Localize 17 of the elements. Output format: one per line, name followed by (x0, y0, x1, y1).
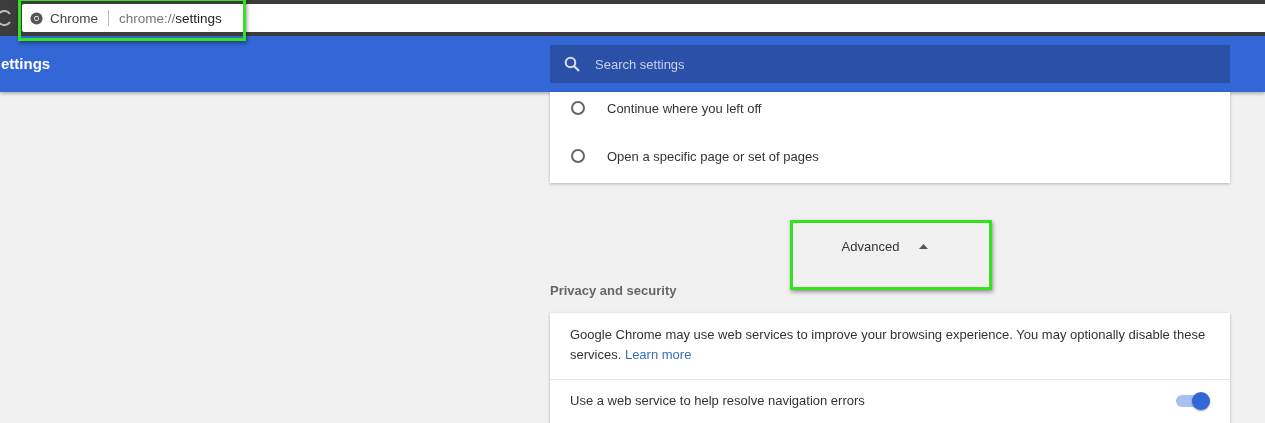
section-heading: Privacy and security (550, 283, 678, 300)
page-title: ettings (1, 55, 51, 72)
radio-button[interactable] (571, 101, 585, 115)
learn-more-link[interactable]: Learn more (624, 347, 692, 362)
search-field[interactable]: Search settings (550, 45, 1230, 83)
search-icon (564, 56, 580, 72)
radio-button[interactable] (571, 149, 585, 163)
address-bar[interactable]: Chrome chrome://settings (22, 4, 1265, 32)
site-label: Chrome (50, 10, 98, 26)
advanced-button[interactable]: Advanced (835, 238, 935, 255)
radio-label: Continue where you left off (607, 100, 762, 116)
reload-icon[interactable] (0, 10, 12, 26)
chrome-logo-icon (30, 11, 43, 25)
url-text: chrome://settings (119, 10, 222, 26)
intro-text: Google Chrome may use web services to improve your browsing experience. You may optionally disable these services. Learn more (570, 327, 1206, 362)
radio-label: Open a specific page or set of pages (607, 148, 819, 164)
setting-label: Use a web service to help resolve navigation errors (570, 393, 865, 408)
